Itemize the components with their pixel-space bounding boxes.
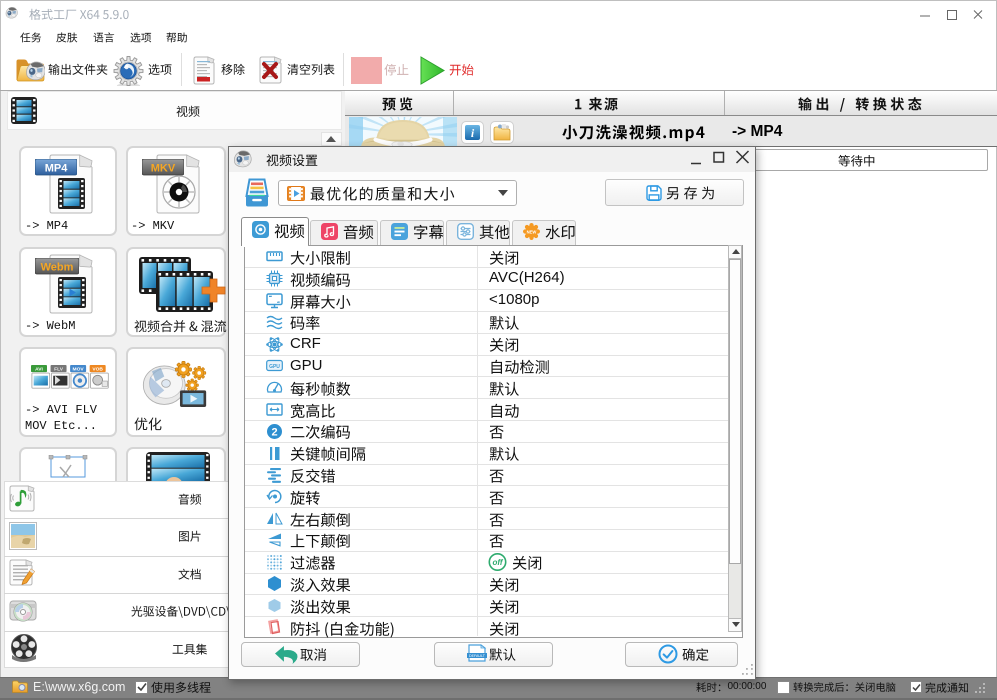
svg-text:off: off xyxy=(492,558,503,567)
svg-text:NEW: NEW xyxy=(526,229,536,234)
svg-text:GPU: GPU xyxy=(269,364,280,370)
svg-text:2: 2 xyxy=(271,426,277,438)
svg-text:DEFAULT: DEFAULT xyxy=(469,654,486,658)
